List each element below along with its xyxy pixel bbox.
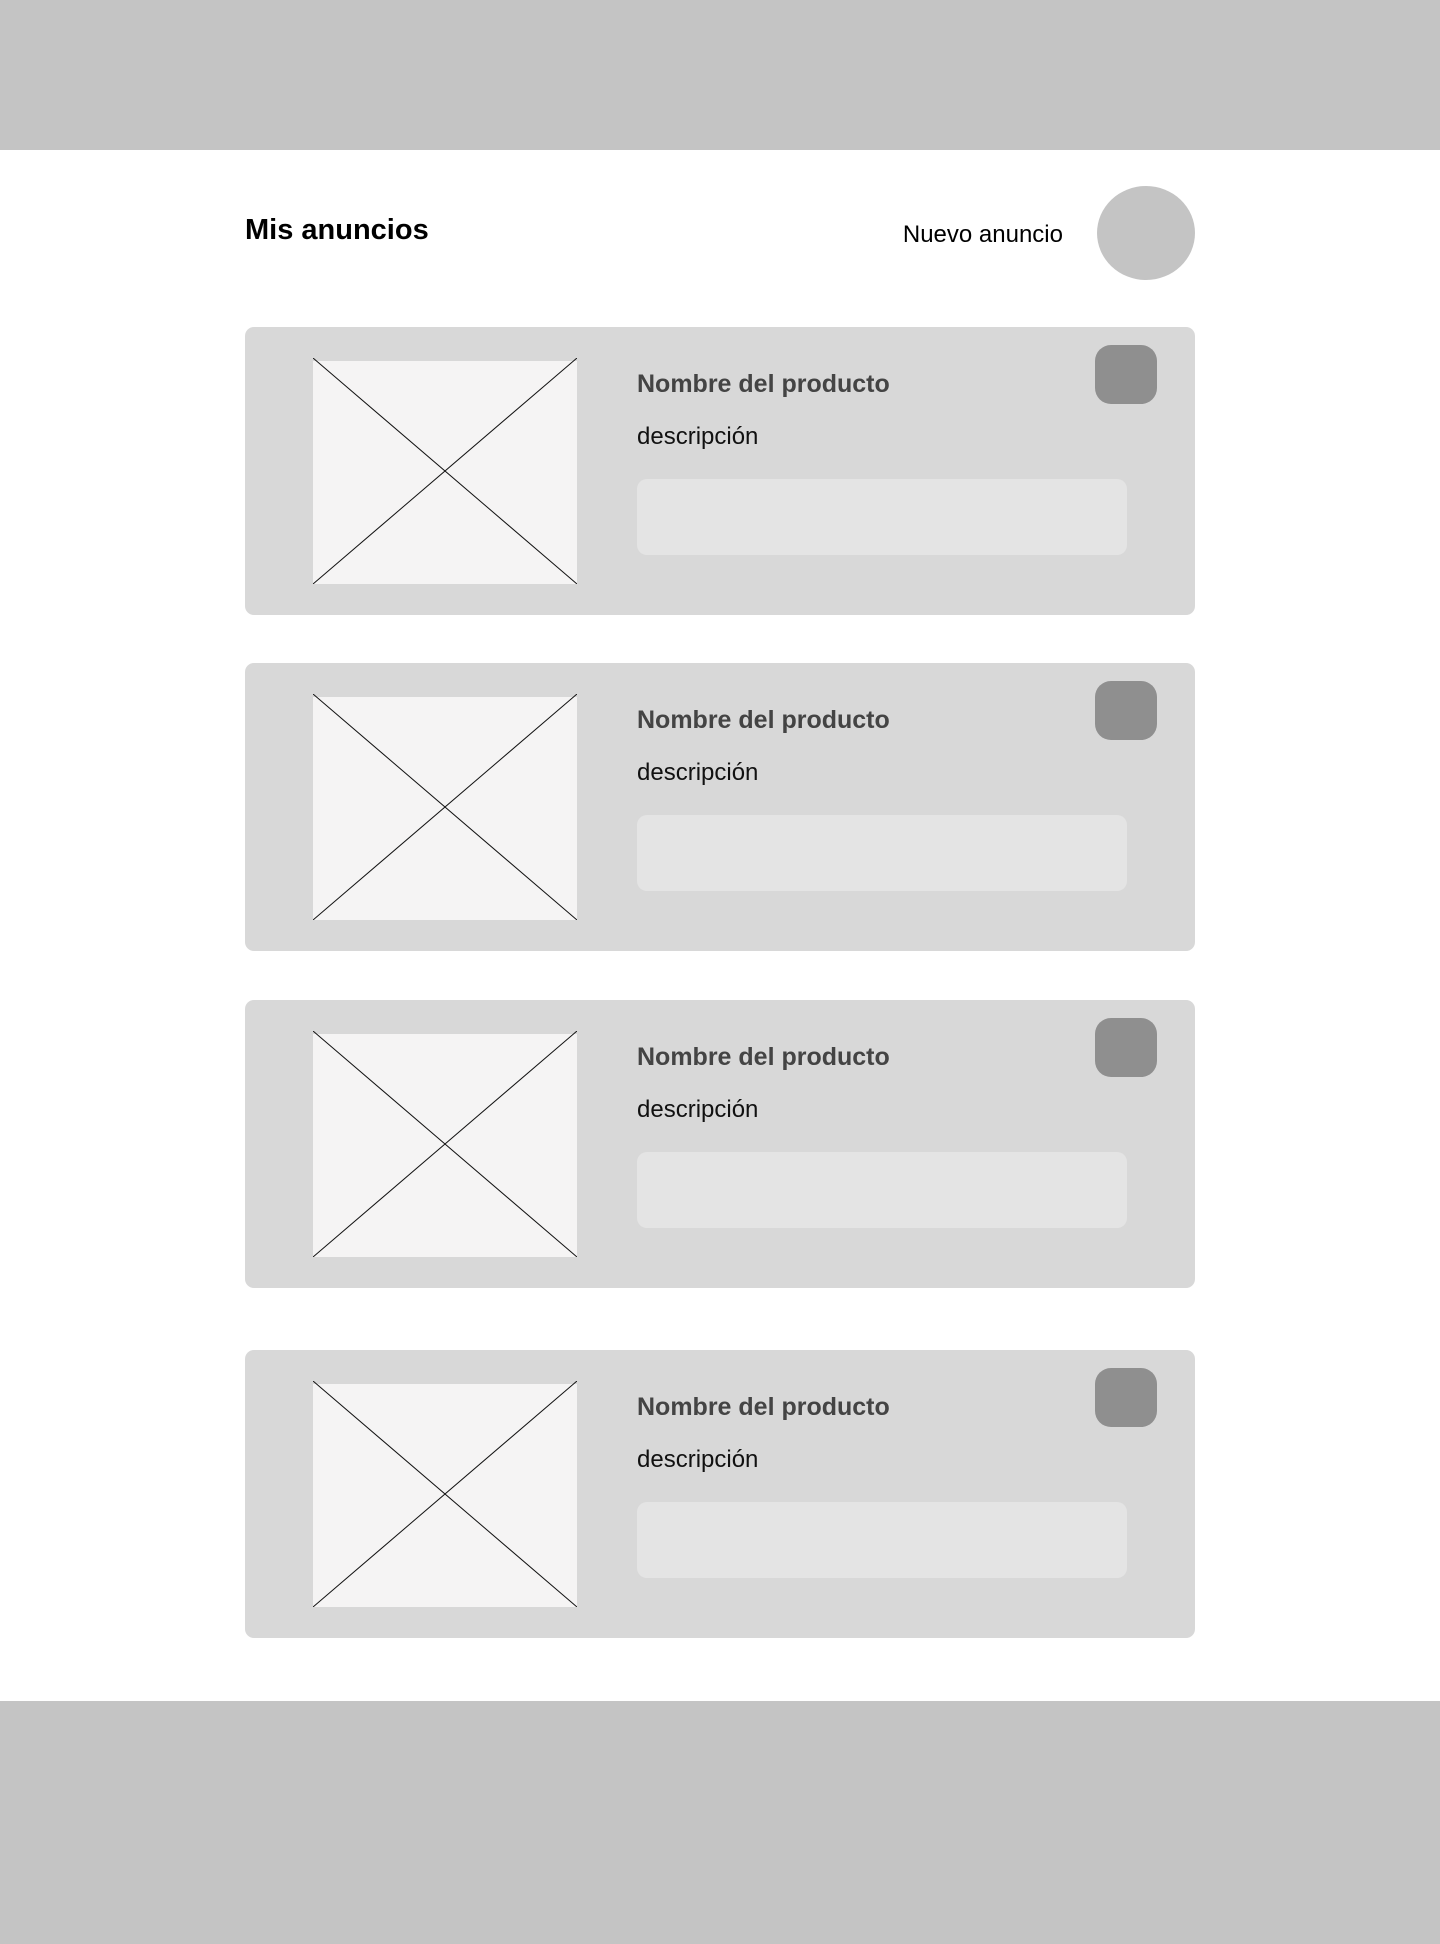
- ad-card: Nombre del producto descripción: [245, 1350, 1195, 1638]
- product-detail-field[interactable]: [637, 1152, 1127, 1228]
- product-name: Nombre del producto: [637, 706, 890, 734]
- new-ad-button[interactable]: [1097, 186, 1195, 280]
- product-detail-field[interactable]: [637, 479, 1127, 555]
- bottom-bar: [0, 1701, 1440, 1944]
- product-name: Nombre del producto: [637, 1393, 890, 1421]
- page-title: Mis anuncios: [245, 214, 429, 246]
- ad-card: Nombre del producto descripción: [245, 327, 1195, 615]
- product-name: Nombre del producto: [637, 1043, 890, 1071]
- ad-card: Nombre del producto descripción: [245, 663, 1195, 951]
- product-detail-field[interactable]: [637, 815, 1127, 891]
- ad-action-button[interactable]: [1095, 345, 1157, 404]
- product-name: Nombre del producto: [637, 370, 890, 398]
- product-detail-field[interactable]: [637, 1502, 1127, 1578]
- product-description: descripción: [637, 1096, 759, 1123]
- ad-action-button[interactable]: [1095, 1368, 1157, 1427]
- image-placeholder-icon: [313, 1031, 577, 1257]
- ad-action-button[interactable]: [1095, 681, 1157, 740]
- new-ad-label[interactable]: Nuevo anuncio: [880, 220, 1063, 250]
- image-placeholder-icon: [313, 358, 577, 584]
- ad-action-button[interactable]: [1095, 1018, 1157, 1077]
- product-description: descripción: [637, 759, 759, 786]
- product-description: descripción: [637, 1446, 759, 1473]
- product-description: descripción: [637, 423, 759, 450]
- top-bar: [0, 0, 1440, 150]
- image-placeholder-icon: [313, 694, 577, 920]
- ad-card: Nombre del producto descripción: [245, 1000, 1195, 1288]
- image-placeholder-icon: [313, 1381, 577, 1607]
